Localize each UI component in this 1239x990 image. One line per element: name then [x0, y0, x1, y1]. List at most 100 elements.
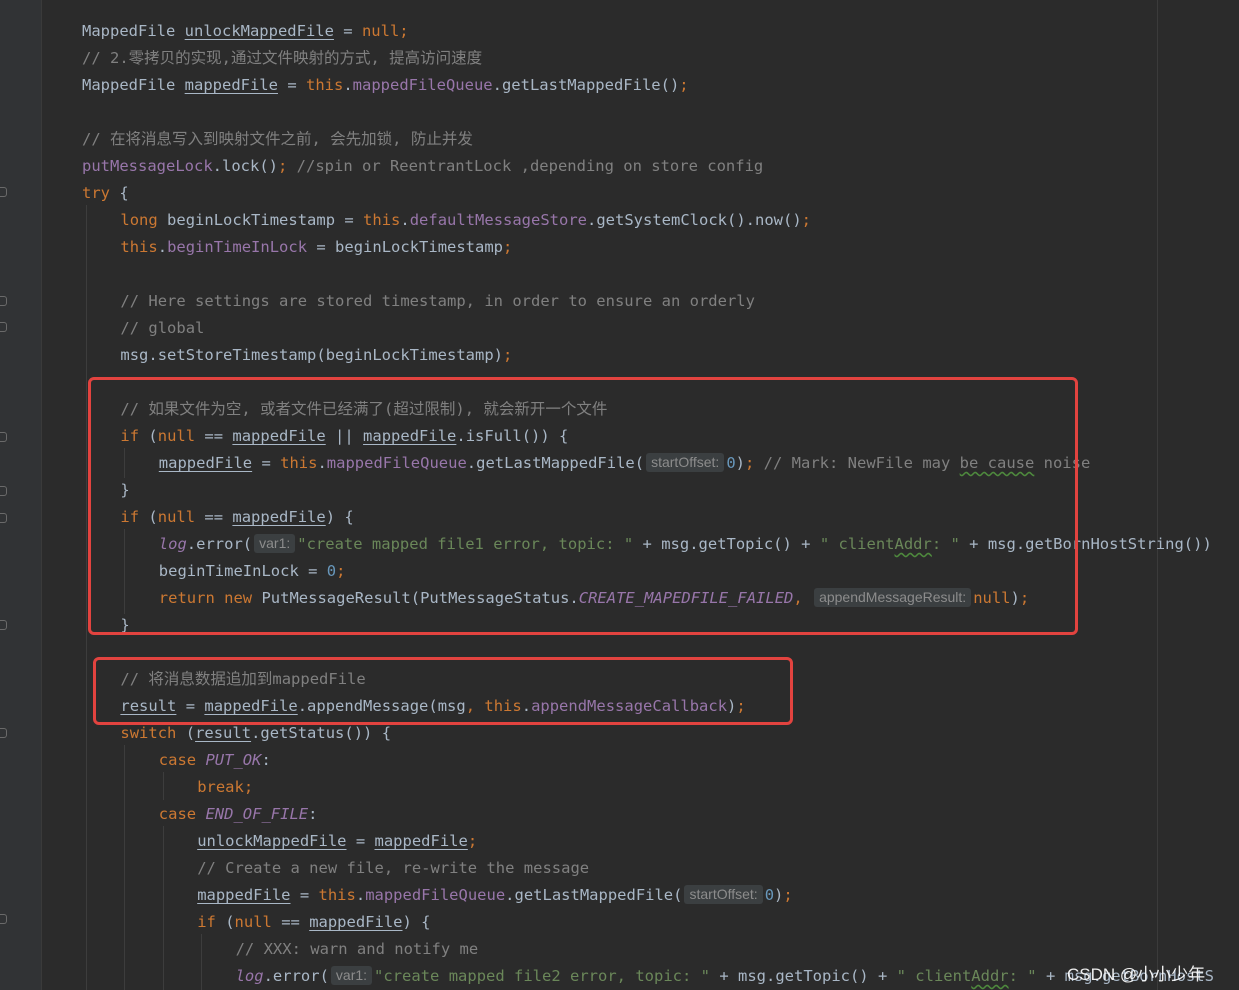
code-token: mappedFile [374, 832, 468, 850]
code-line[interactable]: // XXX: warn and notify me [236, 938, 479, 960]
code-token: mappedFile [309, 913, 403, 931]
code-token: = [277, 76, 306, 94]
code-line[interactable]: break; [197, 776, 253, 798]
code-token: ; [783, 886, 793, 904]
code-token: .getLastMappedFile( [505, 886, 683, 904]
code-comment: // global [120, 319, 205, 337]
code-token: beginTimeInLock [167, 238, 308, 256]
watermark: CSDN @小小少年 [1067, 965, 1206, 984]
code-line[interactable]: this.beginTimeInLock = beginLockTimestam… [120, 236, 512, 258]
code-line[interactable]: // Create a new file, re-write the messa… [197, 857, 589, 879]
code-line[interactable]: // Here settings are stored timestamp, i… [120, 290, 755, 312]
code-token: = beginLockTimestamp [307, 238, 504, 256]
code-token: mappedFileQueue [352, 76, 493, 94]
code-token: ; [503, 346, 513, 364]
code-token: mappedFile [184, 76, 278, 94]
code-comment: // 在将消息写入到映射文件之前, 会先加锁, 防止并发 [82, 130, 473, 148]
code-token: switch [120, 724, 177, 742]
code-line[interactable]: if (null == mappedFile) { [197, 911, 430, 933]
code-token: ( [176, 724, 196, 742]
code-token: defaultMessageStore [409, 211, 588, 229]
code-token: = [290, 886, 319, 904]
highlight-box-append-message [93, 657, 793, 725]
code-token: ( [215, 913, 235, 931]
code-token: .getLastMappedFile() [492, 76, 680, 94]
code-token: MappedFile [82, 76, 185, 94]
code-token: .getStatus()) { [251, 724, 392, 742]
code-token: ; [467, 832, 478, 850]
code-token: ) { [402, 913, 431, 931]
code-token: " client [896, 967, 972, 985]
parameter-hint: startOffset: [684, 885, 763, 904]
code-token: long [120, 211, 158, 229]
parameter-hint: var1: [330, 966, 373, 985]
code-token: this [305, 76, 344, 94]
code-token: Addr [971, 967, 1009, 985]
code-line[interactable]: putMessageLock.lock(); //spin or Reentra… [82, 155, 763, 177]
indent-guide [162, 826, 164, 990]
highlight-box-new-file [88, 377, 1078, 635]
indent-guide [162, 772, 164, 800]
code-token: = [333, 22, 362, 40]
code-token: mappedFileQueue [365, 886, 506, 904]
code-token: .getSystemClock().now() [587, 211, 802, 229]
code-comment: // XXX: warn and notify me [235, 940, 479, 958]
code-token: this [318, 886, 356, 904]
code-line[interactable]: unlockMappedFile = mappedFile; [197, 830, 477, 852]
code-token: unlockMappedFile [184, 22, 334, 40]
code-token: . [400, 211, 410, 229]
code-token: END_OF_FILE [205, 805, 309, 823]
code-token: null [361, 22, 400, 40]
code-token: ; [399, 22, 409, 40]
code-token: 0 [764, 886, 775, 904]
code-token: null [234, 913, 272, 931]
code-token: .lock() [212, 157, 278, 175]
indent-guide [201, 934, 203, 990]
indent-guide [86, 205, 87, 990]
code-line[interactable]: MappedFile unlockMappedFile = null; [82, 20, 409, 42]
code-line[interactable]: // 2.零拷贝的实现,通过文件映射的方式, 提高访问速度 [82, 47, 482, 69]
code-token: : [261, 751, 271, 769]
code-token: case [158, 751, 197, 769]
code-token: ) [774, 886, 784, 904]
code-token: == [271, 913, 310, 931]
code-token: result [195, 724, 252, 742]
code-line[interactable]: case PUT_OK: [159, 749, 271, 771]
code-line[interactable]: case END_OF_FILE: [159, 803, 318, 825]
code-token: mappedFile [197, 886, 291, 904]
code-token: MappedFile [82, 22, 185, 40]
code-line[interactable]: mappedFile = this.mappedFileQueue.getLas… [197, 884, 793, 906]
code-token: ; [679, 76, 689, 94]
code-comment: // Here settings are stored timestamp, i… [120, 292, 755, 310]
code-token: unlockMappedFile [197, 832, 347, 850]
code-token: PUT_OK [205, 751, 262, 769]
code-token: case [158, 805, 197, 823]
code-token: msg.setStoreTimestamp(beginLockTimestamp… [120, 346, 503, 364]
code-token: ; [277, 157, 288, 175]
code-token: = [346, 832, 375, 850]
code-line[interactable]: long beginLockTimestamp = this.defaultMe… [120, 209, 811, 231]
code-token: this [363, 211, 401, 229]
code-token: if [197, 913, 216, 931]
code-token: putMessageLock [82, 157, 213, 175]
code-line[interactable]: MappedFile mappedFile = this.mappedFileQ… [82, 74, 689, 96]
code-line[interactable]: // global [120, 317, 204, 339]
code-token: + msg.getTopic() + [710, 967, 897, 985]
code-token: : [308, 805, 318, 823]
code-token: beginLockTimestamp = [157, 211, 364, 229]
code-line[interactable]: msg.setStoreTimestamp(beginLockTimestamp… [120, 344, 512, 366]
code-token: . [343, 76, 353, 94]
code-token: ; [503, 238, 513, 256]
code-token: { [110, 184, 129, 202]
code-comment: // Create a new file, re-write the messa… [197, 859, 590, 877]
code-token: .error( [263, 967, 329, 985]
code-token: . [157, 238, 168, 256]
code-token: log [235, 967, 264, 985]
code-line[interactable]: switch (result.getStatus()) { [120, 722, 391, 744]
indent-guide [124, 745, 126, 990]
code-comment: // 2.零拷贝的实现,通过文件映射的方式, 提高访问速度 [82, 49, 483, 67]
code-token: break; [197, 778, 254, 796]
code-line[interactable]: try { [82, 182, 129, 204]
code-token: "create mapped file2 error, topic: " [374, 967, 710, 985]
code-line[interactable]: // 在将消息写入到映射文件之前, 会先加锁, 防止并发 [82, 128, 473, 150]
